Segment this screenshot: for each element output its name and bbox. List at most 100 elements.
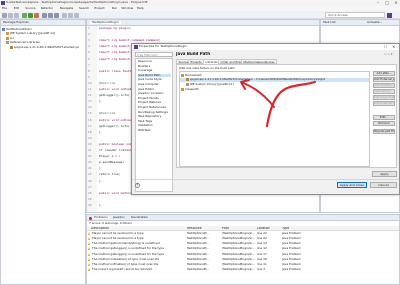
menu-navigate[interactable]: Navigate: [60, 7, 73, 10]
forward-icon[interactable]: [74, 12, 79, 18]
problems-tabbar: Problems Javadoc Declaration: [87, 215, 399, 221]
nav-item-resource[interactable]: Resource: [138, 60, 171, 63]
print-icon[interactable]: [14, 12, 19, 18]
run-icon[interactable]: [28, 12, 33, 18]
line-number: 8: [88, 69, 90, 73]
problem-description: The method getLogger() is undefined for …: [92, 247, 164, 251]
search-icon[interactable]: [62, 12, 67, 18]
help-icon[interactable]: ?: [135, 183, 140, 188]
dialog-title: Properties for TestOptionsPlugin: [139, 45, 187, 49]
add-external-jars-button[interactable]: Add External JARs...: [373, 77, 395, 82]
apply-and-close-button[interactable]: Apply and Close: [337, 182, 367, 188]
line-number: 30: [88, 203, 92, 207]
new-java-project-icon[interactable]: [42, 12, 47, 18]
new-icon[interactable]: [2, 12, 7, 18]
menu-run[interactable]: Run: [112, 7, 118, 10]
tab-problems[interactable]: Problems: [93, 216, 109, 219]
menu-project[interactable]: Project: [94, 7, 104, 10]
tree-item[interactable]: Referenced Libraries: [6, 41, 86, 45]
line-number: 21: [88, 149, 92, 152]
line-number: 11: [88, 88, 92, 91]
tree-item[interactable]: JRE System Library [JavaSE-11]: [6, 32, 86, 36]
tab-declaration[interactable]: Declaration: [131, 216, 148, 219]
problem-resource: TestOptionsPl...: [187, 262, 210, 266]
migrate-jar-file-button[interactable]: Migrate JAR File...: [373, 129, 395, 134]
tab-javadoc[interactable]: Javadoc: [113, 216, 125, 219]
menu-search[interactable]: Search: [79, 7, 89, 10]
back-icon[interactable]: [68, 12, 73, 18]
col-path[interactable]: Path: [222, 227, 229, 230]
add-class-folder-button[interactable]: Add Class Folder...: [373, 95, 395, 100]
remove-button[interactable]: Remove: [373, 121, 395, 126]
nav-item-javadoc-location[interactable]: Javadoc Location: [138, 92, 171, 95]
tree-item[interactable]: TextOptionsPlugin: [2, 27, 82, 31]
nav-item-wikitext[interactable]: WikiText: [138, 129, 171, 132]
tab-package-explorer[interactable]: Package Explorer: [3, 21, 29, 24]
external-tools-icon[interactable]: [34, 12, 39, 18]
folder-icon: [181, 73, 184, 77]
nav-item-java-compiler[interactable]: Java Compiler: [138, 83, 171, 86]
add-library-button[interactable]: Add Library...: [373, 89, 395, 94]
col-location[interactable]: Location: [257, 227, 270, 230]
tab-activate[interactable]: Activate...: [367, 21, 382, 24]
dialog-close-icon[interactable]: ×: [392, 45, 395, 49]
nav-item-project-references[interactable]: Project References: [138, 106, 171, 109]
edit-button[interactable]: Edit...: [373, 115, 395, 120]
new-package-icon[interactable]: [48, 12, 53, 18]
nav-item-run-debug-settings[interactable]: Run/Debug Settings: [138, 111, 171, 114]
debug-icon[interactable]: [22, 12, 27, 18]
nav-item-java-build-path[interactable]: Java Build Path: [138, 73, 171, 77]
problem-row[interactable]: The method onEnable() of type must overr…: [87, 262, 399, 267]
nav-item-validation[interactable]: Validation: [138, 124, 171, 127]
nav-item-task-tags[interactable]: Task Tags: [138, 120, 171, 123]
back-nav-icon[interactable]: ⇦ ⇨ ▾: [384, 52, 392, 56]
menu-window[interactable]: Window: [121, 7, 133, 10]
apply-button[interactable]: Apply: [372, 171, 397, 177]
add-jars-button[interactable]: Add JARs...: [373, 71, 395, 76]
nav-item-java-code-style[interactable]: Java Code Style: [138, 78, 171, 81]
tab-task-list[interactable]: Task List: [323, 21, 336, 24]
nav-item-builders[interactable]: Builders: [138, 65, 171, 68]
menu-file[interactable]: File: [2, 7, 7, 10]
dialog-separator: [132, 179, 399, 180]
cancel-button[interactable]: Cancel: [370, 182, 397, 188]
col-description[interactable]: Description: [91, 227, 109, 230]
add-external-class-folder-button[interactable]: Add External Class Folder...: [373, 101, 395, 106]
menu-help[interactable]: Help: [137, 7, 144, 10]
problem-row[interactable]: Player cannot be resolved to a type TestO…: [87, 236, 399, 241]
line-number: 15: [88, 112, 92, 116]
new-class-icon[interactable]: [54, 12, 59, 18]
nav-item-project-facets[interactable]: Project Facets: [138, 97, 171, 100]
col-type[interactable]: Type: [282, 227, 289, 230]
problem-row[interactable]: Player cannot be resolved to a type TestO…: [87, 231, 399, 236]
problem-row[interactable]: The method getLogger() is undefined for …: [87, 247, 399, 252]
menu-source[interactable]: Source: [25, 7, 35, 10]
perspective-icon[interactable]: [387, 12, 392, 18]
menu-refactor[interactable]: Refactor: [41, 7, 54, 10]
save-icon[interactable]: [8, 12, 13, 18]
tab-testoptionsplugin[interactable]: TestOptionsPlugin: [90, 21, 121, 24]
code-line: p.sendMessage(: [99, 161, 125, 165]
problem-resource: TestOptionsPl...: [187, 252, 210, 256]
problem-row[interactable]: The method onDisable() of type must over…: [87, 257, 399, 262]
nav-item-project-natures[interactable]: Project Natures: [138, 101, 171, 104]
error-icon: [88, 268, 90, 272]
add-variable-button[interactable]: Add Variable...: [373, 83, 395, 88]
libraries-buttons: Add JARs...Add External JARs...Add Varia…: [373, 71, 396, 167]
col-resource[interactable]: Resource: [187, 227, 202, 230]
dialog-maximize-icon[interactable]: □: [384, 45, 387, 49]
nav-item-java-editor[interactable]: Java Editor: [138, 88, 171, 91]
menu-edit[interactable]: Edit: [14, 7, 20, 10]
problem-row[interactable]: The import org.bukkit cannot be resolved…: [87, 267, 399, 272]
tree-item[interactable]: src: [6, 36, 86, 40]
nav-item-task-repository[interactable]: Task Repository: [138, 115, 171, 118]
problem-row[interactable]: The method getCommand(String) is undefin…: [87, 241, 399, 246]
dialog-title-bar: Properties for TestOptionsPlugin □ ×: [132, 44, 399, 50]
nav-item-coverage[interactable]: Coverage: [138, 69, 171, 72]
quick-access-input[interactable]: Quick Access: [325, 12, 385, 18]
tree-item[interactable]: spigot-api-1.21.4-R0.1-SNAPSHOT-shaded.j…: [10, 45, 90, 49]
problem-resource: TestOptionsPl...: [187, 231, 210, 235]
filter-input[interactable]: type filter text: [135, 52, 173, 57]
line-number: 24: [88, 167, 92, 171]
problem-row[interactable]: The method getLogger() is undefined for …: [87, 252, 399, 257]
